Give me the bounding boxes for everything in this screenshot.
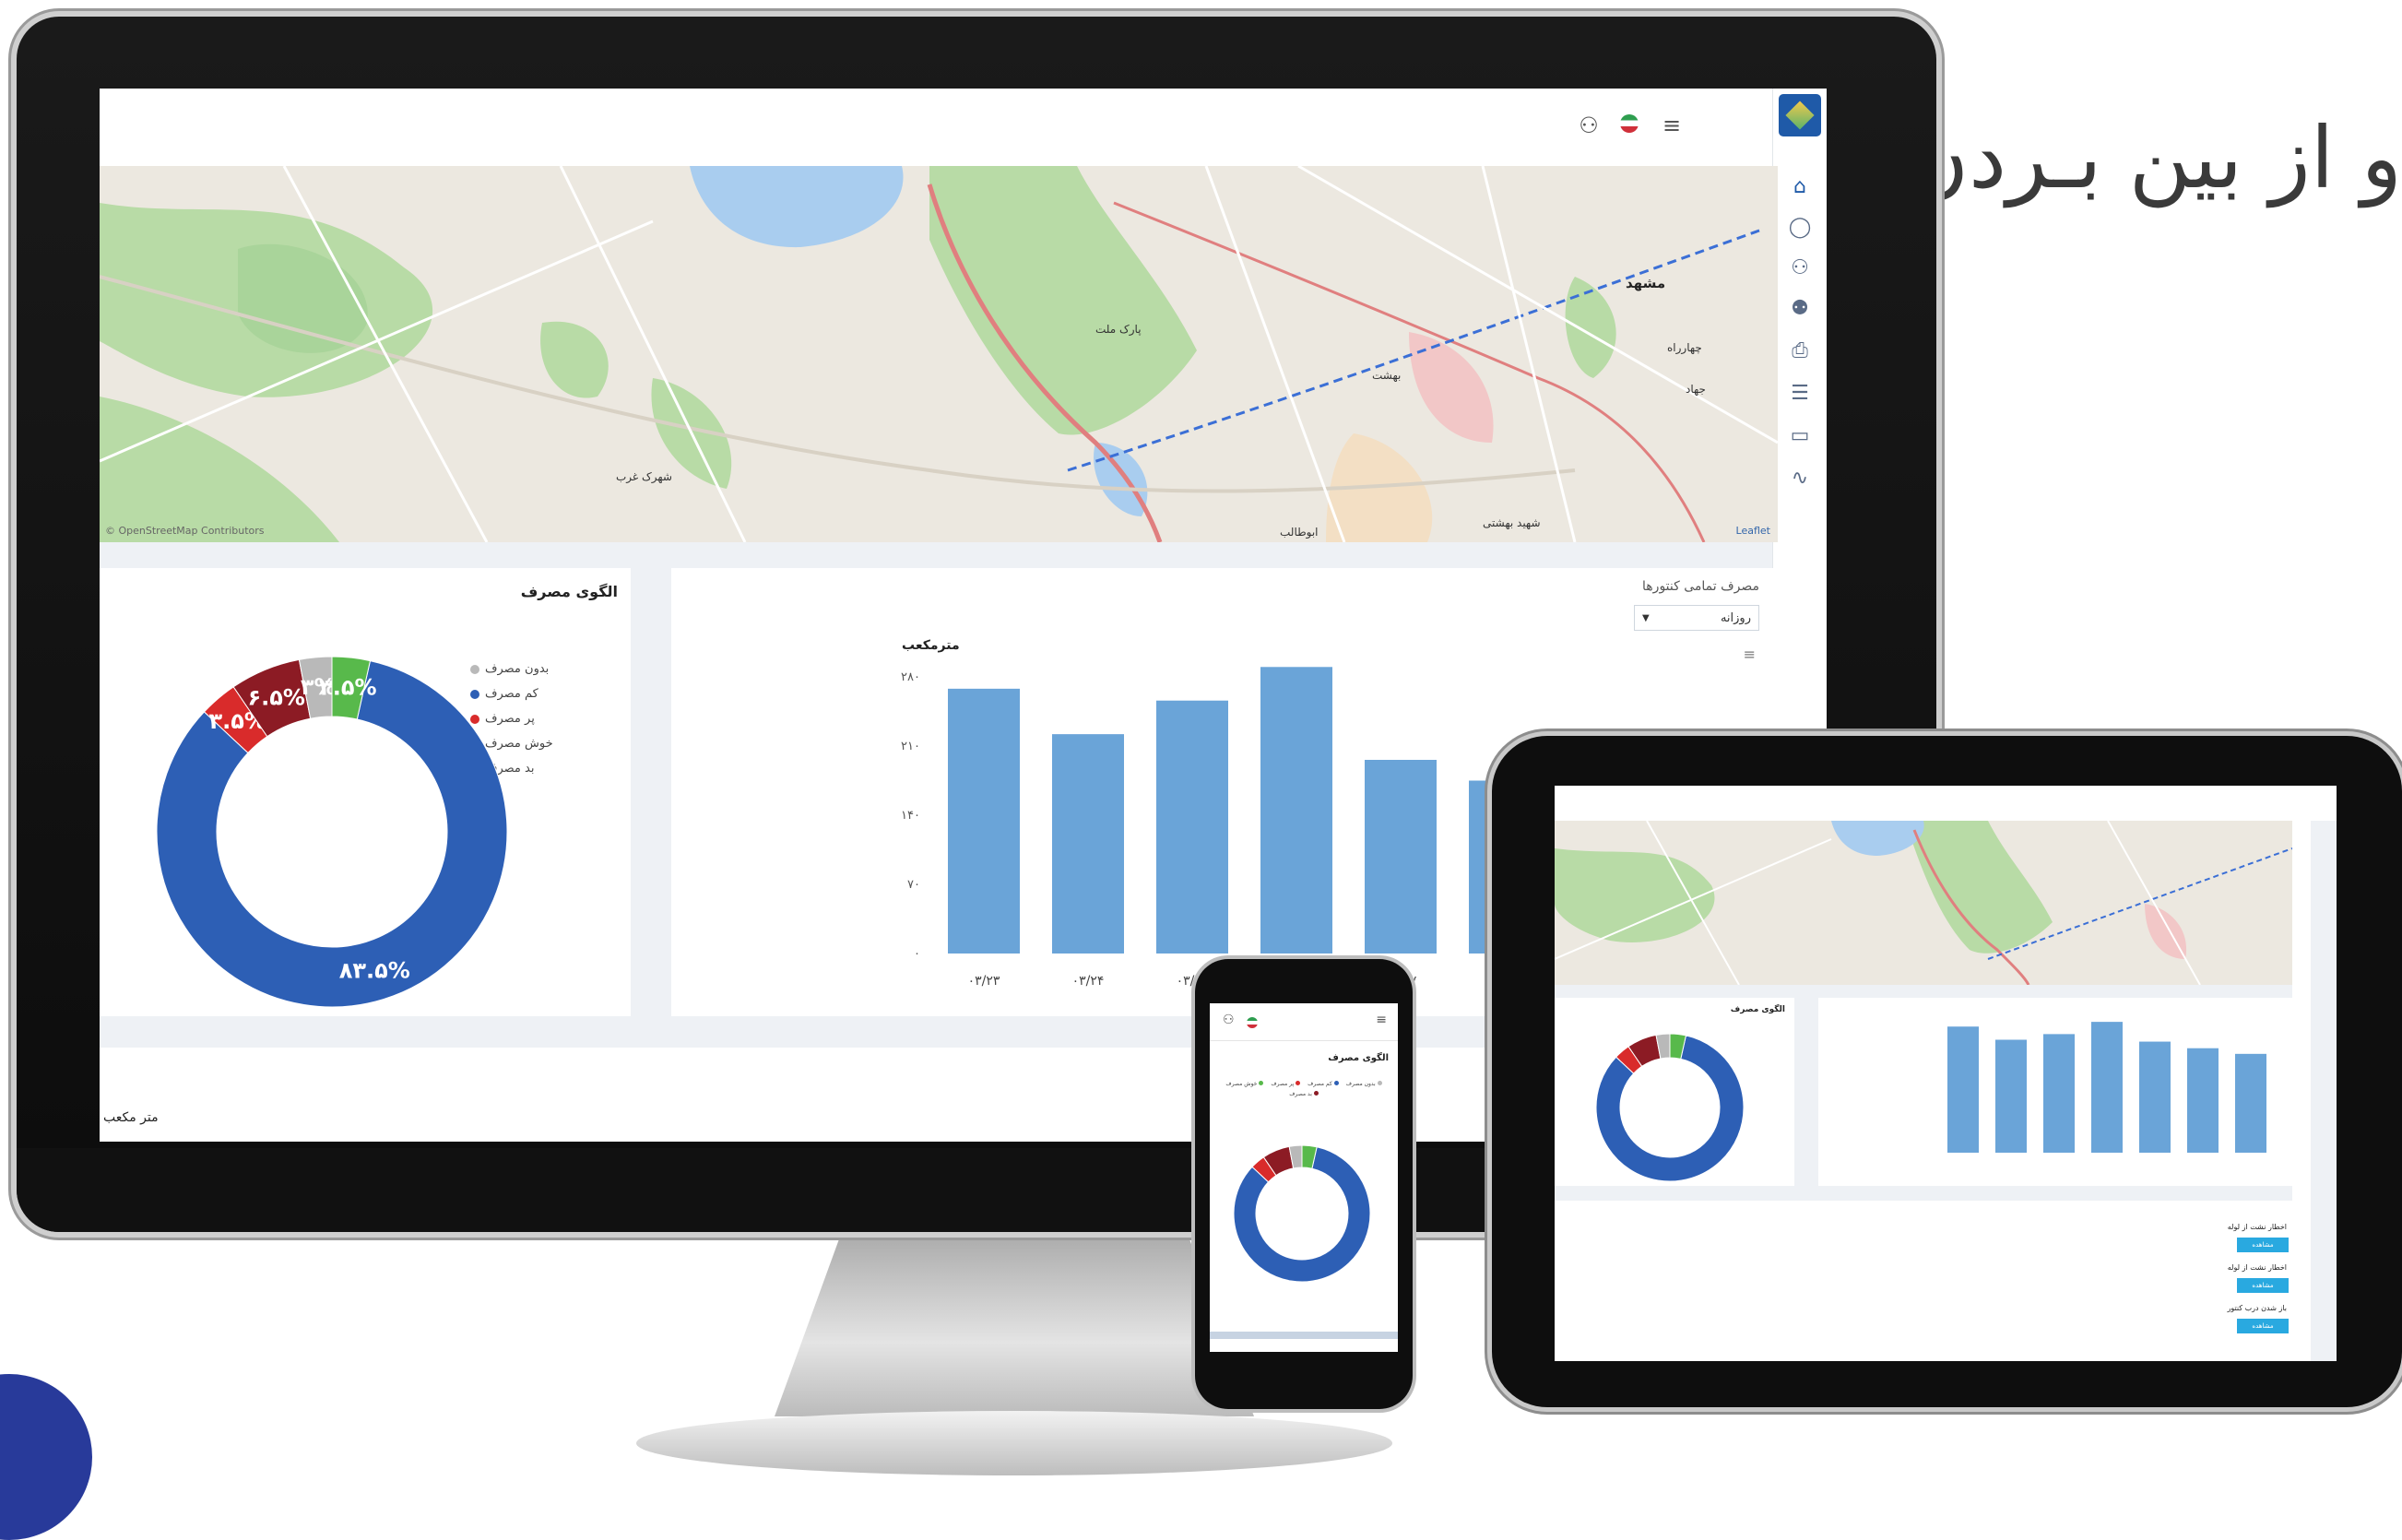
card-title: الگوی مصرف <box>1328 1053 1389 1063</box>
tablet-bar-card <box>1818 998 2309 1186</box>
y-tick-label: ۲۱۰ <box>901 740 920 753</box>
leaflet-link[interactable]: Leaflet <box>1736 525 1770 537</box>
flag-iran-icon[interactable] <box>1613 109 1646 142</box>
tablet-alert-list: اخطار نشت از لوله مشاهده اخطار نشت از لو… <box>1555 1201 2309 1361</box>
consumption-pattern-card: الگوی مصرف بدون مصرف کم مصرف پر مصرف خوش… <box>100 568 631 1016</box>
view-button[interactable]: مشاهده <box>2237 1319 2289 1333</box>
bar[interactable] <box>1995 1039 2027 1153</box>
map-label: ابوطالب <box>1280 526 1319 539</box>
map-label: جهاد <box>1686 383 1706 396</box>
x-tick-label: ۰۳/۲۴ <box>1072 974 1105 989</box>
legend-item[interactable]: بد مصرف <box>1289 1091 1319 1097</box>
bar[interactable] <box>2091 1022 2123 1153</box>
legend-item[interactable]: کم مصرف <box>1307 1081 1339 1087</box>
list-item: اخطار نشت از لوله <box>2227 1263 2287 1272</box>
donut-chart: ۸۳.۵%۳.۵%۶.۵%۳%۳.۵% <box>156 656 508 1008</box>
user-add-icon[interactable]: ⚉ <box>1784 293 1816 325</box>
card-title: الگوی مصرف <box>520 583 618 600</box>
legend-item[interactable]: خوش مصرف <box>1225 1081 1264 1087</box>
map-label: چهارراه <box>1667 341 1702 354</box>
menu-icon[interactable]: ≡ <box>1655 109 1688 142</box>
tablet-donut-card: الگوی مصرف <box>1555 998 1794 1186</box>
list-item: اخطار نشت از لوله <box>2227 1223 2287 1231</box>
y-tick-label: ۷۰ <box>907 878 920 892</box>
tablet-map[interactable] <box>1555 821 2311 985</box>
tablet-screen: ≡ الگوی مصرف اخطار نشت از لوله مشاهده اخ… <box>1555 786 2337 1361</box>
donut-slice-label: ۳.۵% <box>319 674 376 700</box>
y-tick-label: ۰ <box>914 947 920 961</box>
map-label: مشهد <box>1626 275 1666 291</box>
home-icon[interactable]: ⌂ <box>1784 172 1816 203</box>
tablet-donut-chart <box>1595 1033 1745 1182</box>
server-icon[interactable]: ☰ <box>1784 378 1816 409</box>
y-tick-label: ۲۸۰ <box>901 670 920 684</box>
phone-donut-chart <box>1233 1144 1371 1283</box>
map-label: بهشت <box>1372 369 1402 382</box>
legend-item[interactable]: پر مصرف <box>1271 1081 1301 1087</box>
drop-icon[interactable]: ◯ <box>1784 212 1816 243</box>
activity-icon[interactable]: ∿ <box>1784 463 1816 494</box>
bar[interactable] <box>1156 700 1228 954</box>
phone-topbar: ⚇ ≡ <box>1210 1003 1398 1041</box>
map-graphic <box>100 166 1778 542</box>
list-item: باز شدن درب کنتور <box>2227 1304 2287 1312</box>
phone-screen: ⚇ ≡ الگوی مصرف بدون مصرف کم مصرف پر مصرف… <box>1210 1003 1398 1352</box>
bar[interactable] <box>2235 1053 2266 1153</box>
donut-slice-label: ۸۳.۵% <box>339 958 410 984</box>
bar[interactable] <box>1052 734 1124 954</box>
app-logo[interactable] <box>1779 94 1821 136</box>
map-label: شهید بهشتی <box>1483 516 1541 529</box>
users-icon[interactable]: ⚇ <box>1784 253 1816 284</box>
map-label: شهرک غرب <box>616 470 672 483</box>
monitor-stand-neck <box>775 1232 1254 1416</box>
bar[interactable] <box>2187 1048 2219 1153</box>
phone-legend: بدون مصرف کم مصرف پر مصرف خوش مصرف بد مص… <box>1219 1081 1389 1097</box>
top-bar: ⚇ ≡ <box>100 89 1827 167</box>
bottom-unit-label: متر مکعب <box>103 1110 159 1125</box>
bar[interactable] <box>1947 1026 1979 1153</box>
bar[interactable] <box>1365 760 1437 954</box>
bar[interactable] <box>948 688 1020 954</box>
card-title: الگوی مصرف <box>1730 1005 1785 1014</box>
y-tick-label: ۱۴۰ <box>901 809 920 823</box>
map-attribution[interactable]: © OpenStreetMap Contributors <box>105 525 265 537</box>
x-tick-label: ۰۳/۲۳ <box>968 974 1000 989</box>
monitor-stand-base <box>636 1411 1392 1475</box>
donut-slice-label: ۶.۵% <box>248 684 305 710</box>
view-button[interactable]: مشاهده <box>2237 1278 2289 1293</box>
user-add-icon[interactable]: ⚇ <box>1572 109 1605 142</box>
legend-item[interactable]: بدون مصرف <box>1346 1081 1382 1087</box>
decorative-blob <box>0 1374 92 1540</box>
box-icon[interactable]: ▭ <box>1784 421 1816 452</box>
view-button[interactable]: مشاهده <box>2237 1238 2289 1252</box>
bar[interactable] <box>2043 1034 2075 1153</box>
user-add-icon[interactable]: ⚇ <box>1223 1013 1235 1027</box>
map-label: پارک ملت <box>1095 323 1142 336</box>
flag-iran-icon[interactable] <box>1247 1014 1258 1032</box>
tablet-topbar: ≡ <box>1555 786 2337 821</box>
printer-icon[interactable]: ⎙ <box>1784 336 1816 367</box>
map-view[interactable]: مشهد چهارراه جهاد پارک ملت شهرک غرب بهشت… <box>100 166 1778 542</box>
phone-scroll-strip <box>1210 1332 1398 1339</box>
bar[interactable] <box>1260 667 1332 954</box>
bar[interactable] <box>2139 1041 2171 1153</box>
tablet-bar-chart <box>1947 1022 2266 1153</box>
menu-icon[interactable]: ≡ <box>1376 1013 1387 1027</box>
headline-text: و از بین بـردن <box>1906 109 2402 207</box>
